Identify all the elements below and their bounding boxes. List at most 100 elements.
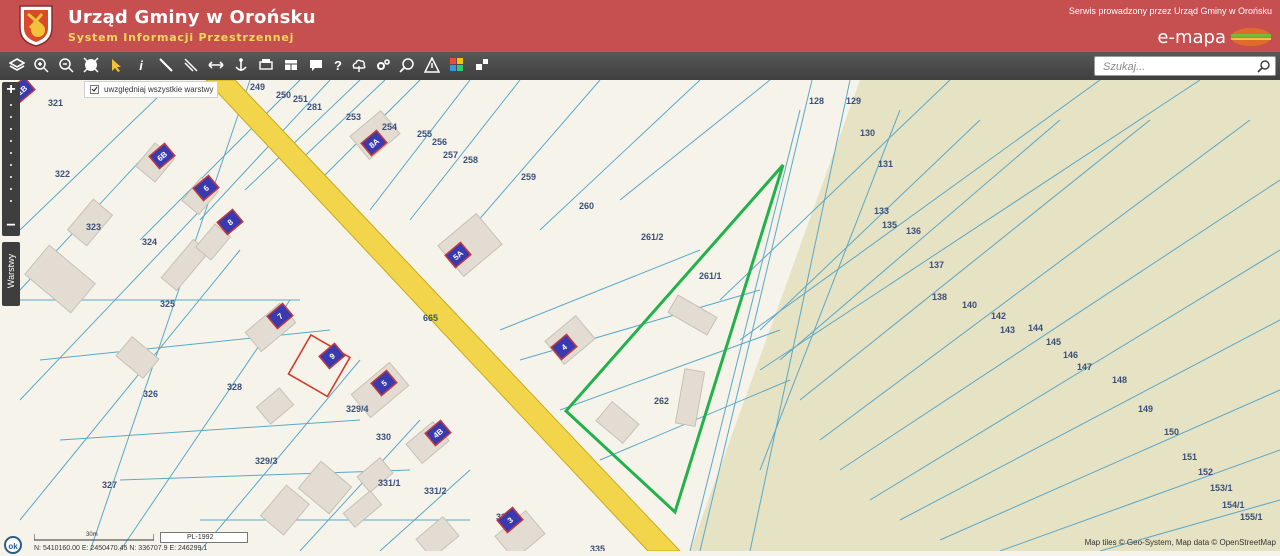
parcel-label: 331/2: [424, 486, 447, 496]
parcel-label: 149: [1138, 404, 1153, 414]
cadastral-map[interactable]: 249 250 251281 253 254 255256 257 258 259 260 261/…: [0, 80, 1280, 551]
zoom-step[interactable]: [10, 128, 12, 130]
zoom-step[interactable]: [10, 176, 12, 178]
app-subtitle: System Informacji Przestrzennej: [68, 31, 295, 44]
parcel-label: 144: [1028, 323, 1043, 333]
zoom-out-button[interactable]: −: [2, 218, 20, 234]
layers-icon[interactable]: [6, 55, 28, 77]
zoom-step[interactable]: [10, 188, 12, 190]
anchor-icon[interactable]: [230, 55, 252, 77]
parcel-label: 150: [1164, 427, 1179, 437]
parcel-label: 129: [846, 96, 861, 106]
zoom-step[interactable]: [10, 116, 12, 118]
color-grid-icon[interactable]: [446, 55, 468, 77]
parcel-label: 256: [432, 137, 447, 147]
map-toolbar: i ?: [0, 52, 1280, 80]
parcel-label: 665: [423, 313, 438, 323]
settings-icon[interactable]: [372, 55, 394, 77]
info-icon[interactable]: i: [130, 55, 152, 77]
parcel-label: 153/1: [1210, 483, 1233, 493]
parcel-label: 330: [376, 432, 391, 442]
search-input[interactable]: [1101, 59, 1255, 75]
warning-icon[interactable]: [421, 55, 443, 77]
parcel-label: 131: [878, 159, 893, 169]
zoom-step[interactable]: [10, 104, 12, 106]
zoom-step[interactable]: [10, 164, 12, 166]
parcel-label: 261/1: [699, 271, 722, 281]
parcel-label: 138: [932, 292, 947, 302]
search-field[interactable]: [1094, 56, 1276, 76]
ok-badge[interactable]: ok: [4, 536, 22, 554]
parcel-label: 140: [962, 300, 977, 310]
cloud-icon[interactable]: [348, 55, 370, 77]
pan-icon[interactable]: [205, 55, 227, 77]
parcel-label: 329/3: [255, 456, 278, 466]
zoom-in-icon[interactable]: [30, 55, 52, 77]
parcel-label: 259: [521, 172, 536, 182]
measure-line-icon[interactable]: [155, 55, 177, 77]
parcel-label: 255: [417, 129, 432, 139]
all-layers-checkbox[interactable]: [90, 85, 99, 94]
parcel-label: 148: [1112, 375, 1127, 385]
zoom-step[interactable]: [10, 152, 12, 154]
parcel-label: 253: [346, 112, 361, 122]
parcel-label: 257: [443, 150, 458, 160]
parcel-label: 254: [382, 122, 397, 132]
measure-area-icon[interactable]: [180, 55, 202, 77]
emapa-logo-icon[interactable]: [1230, 27, 1272, 47]
parcel-label: 326: [143, 389, 158, 399]
all-layers-label: uwzględniaj wszystkie warstwy: [104, 85, 214, 94]
parcel-label: 249: [250, 82, 265, 92]
parcel-label: 136: [906, 226, 921, 236]
layers-tab[interactable]: Warstwy: [2, 242, 20, 306]
parcel-label: 324: [142, 237, 157, 247]
scale-label: 30m: [86, 532, 98, 538]
layers-tab-label: Warstwy: [6, 253, 16, 289]
parcel-label: 262: [654, 396, 669, 406]
parcel-label: 251: [293, 94, 308, 104]
table-icon[interactable]: [280, 55, 302, 77]
zoom-in-button[interactable]: +: [2, 82, 20, 98]
emapa-brand[interactable]: e-mapa: [1157, 27, 1226, 48]
crs-select[interactable]: PL-1992: [160, 532, 248, 543]
zoom-step[interactable]: [10, 140, 12, 142]
parcel-label: 143: [1000, 325, 1015, 335]
zoom-out-icon[interactable]: [55, 55, 77, 77]
parcel-label: 154/1: [1222, 500, 1245, 510]
parcel-label: 323: [86, 222, 101, 232]
parcel-label: 146: [1063, 350, 1078, 360]
zoom-control: + −: [2, 82, 20, 236]
app-header: Urząd Gminy w Orońsku System Informacji …: [0, 0, 1280, 52]
parcel-label: 281: [307, 102, 322, 112]
parcel-label: 258: [463, 155, 478, 165]
parcel-label: 128: [809, 96, 824, 106]
full-extent-icon[interactable]: [80, 55, 102, 77]
parcel-label: 151: [1182, 452, 1197, 462]
print-icon[interactable]: [255, 55, 277, 77]
parcel-label: 322: [55, 169, 70, 179]
search-icon[interactable]: [1257, 59, 1271, 73]
parcel-label: 137: [929, 260, 944, 270]
help-icon[interactable]: ?: [327, 55, 349, 77]
parcel-label: 260: [579, 201, 594, 211]
select-arrow-icon[interactable]: [105, 55, 127, 77]
coat-of-arms-logo[interactable]: [16, 4, 56, 48]
map-canvas[interactable]: 249 250 251 281 253 254 255 256 257 258 259 260 261/…: [0, 80, 1280, 551]
parcel-label: 135: [882, 220, 897, 230]
parcel-label: 250: [276, 90, 291, 100]
parcel-label: 325: [160, 299, 175, 309]
parcel-label: 130: [860, 128, 875, 138]
parcel-label: 327: [102, 480, 117, 490]
comment-icon[interactable]: [305, 55, 327, 77]
parcel-label: 321: [48, 98, 63, 108]
parcel-label: 328: [227, 382, 242, 392]
search-map-icon[interactable]: [396, 55, 418, 77]
service-note: Serwis prowadzony przez Urząd Gminy w Or…: [1068, 6, 1272, 16]
parcel-label: 261/2: [641, 232, 664, 242]
all-layers-checkbox-panel[interactable]: uwzględniaj wszystkie warstwy: [84, 81, 218, 98]
zoom-step[interactable]: [10, 200, 12, 202]
parcel-label: 331/1: [378, 478, 401, 488]
parcel-label: 142: [991, 311, 1006, 321]
parcel-label: 145: [1046, 337, 1061, 347]
share-icon[interactable]: [471, 55, 493, 77]
